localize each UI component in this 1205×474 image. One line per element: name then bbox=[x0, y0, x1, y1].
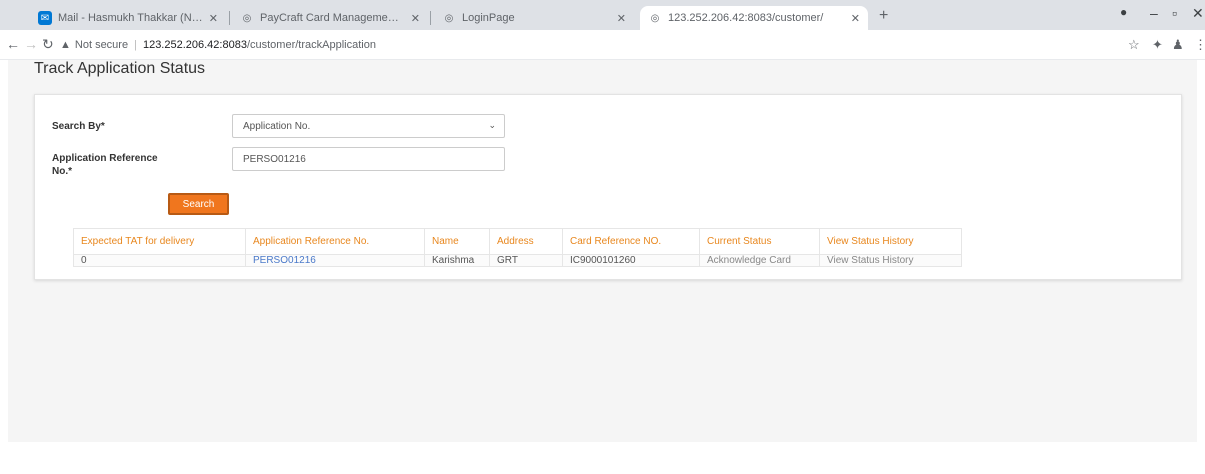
cell-application-ref[interactable]: PERSO01216 bbox=[245, 254, 425, 267]
warning-icon: ▲ bbox=[60, 39, 71, 51]
search-button[interactable]: Search bbox=[168, 193, 229, 215]
globe-icon: ◎ bbox=[242, 12, 252, 24]
reference-label-line2: No. bbox=[52, 166, 69, 177]
table-row: 0 PERSO01216 Karishma GRT IC9000101260 A… bbox=[73, 254, 962, 267]
close-icon[interactable]: ✕ bbox=[851, 12, 860, 25]
search-by-value: Application No. bbox=[243, 121, 311, 132]
results-table: Expected TAT for delivery Application Re… bbox=[73, 228, 962, 267]
search-card: Search By* Application No. ⌄ Application… bbox=[34, 94, 1182, 280]
tab-title: 123.252.206.42:8083/customer/ bbox=[668, 12, 824, 24]
close-icon[interactable]: ✕ bbox=[411, 12, 420, 25]
chevron-down-icon: ⌄ bbox=[488, 120, 496, 130]
search-by-label: Search By* bbox=[52, 120, 105, 133]
cell-expected-tat: 0 bbox=[73, 254, 246, 267]
search-by-select[interactable]: Application No. ⌄ bbox=[232, 114, 505, 138]
url-host: 123.252.206.42:8083 bbox=[142, 39, 247, 51]
url-field[interactable]: ▲ Not secure | 123.252.206.42:8083 /cust… bbox=[60, 35, 1080, 55]
page-content: Track Application Status Search By* Appl… bbox=[8, 60, 1197, 442]
reference-input-value: PERSO01216 bbox=[243, 154, 306, 165]
window-close-icon[interactable]: ✕ bbox=[1192, 5, 1204, 22]
browser-tab-active[interactable]: ◎ 123.252.206.42:8083/customer/ ✕ bbox=[640, 6, 868, 30]
tab-title: Mail - Hasmukh Thakkar (NOS) - bbox=[58, 12, 203, 24]
header-card-ref: Card Reference NO. bbox=[562, 228, 700, 255]
reference-label-line1: Application Reference bbox=[52, 153, 158, 164]
cell-address: GRT bbox=[489, 254, 563, 267]
url-path: /customer/trackApplication bbox=[246, 39, 376, 51]
browser-tab-login[interactable]: ◎ LoginPage ✕ bbox=[434, 6, 634, 30]
reference-label: Application Reference No.* bbox=[52, 152, 158, 178]
tab-title: PayCraft Card Management Sys bbox=[260, 12, 405, 24]
tab-title: LoginPage bbox=[462, 12, 515, 24]
cell-card-ref: IC9000101260 bbox=[562, 254, 700, 267]
profile-icon[interactable]: ● bbox=[1120, 5, 1127, 19]
close-icon[interactable]: ✕ bbox=[617, 12, 626, 25]
outlook-icon: ✉ bbox=[38, 11, 52, 25]
browser-tab-paycraft[interactable]: ◎ PayCraft Card Management Sys ✕ bbox=[232, 6, 428, 30]
close-icon[interactable]: ✕ bbox=[209, 12, 218, 25]
forward-icon[interactable]: → bbox=[24, 36, 38, 52]
cell-name: Karishma bbox=[424, 254, 490, 267]
globe-icon: ◎ bbox=[650, 12, 660, 24]
browser-tab-bar: ✉ Mail - Hasmukh Thakkar (NOS) - ✕ ◎ Pay… bbox=[0, 0, 1205, 30]
reference-input[interactable]: PERSO01216 bbox=[232, 147, 505, 171]
back-icon[interactable]: ← bbox=[6, 36, 20, 52]
browser-tab-mail[interactable]: ✉ Mail - Hasmukh Thakkar (NOS) - ✕ bbox=[30, 6, 226, 30]
minimize-icon[interactable]: – bbox=[1150, 5, 1158, 21]
header-address: Address bbox=[489, 228, 563, 255]
url-divider: | bbox=[134, 39, 137, 51]
tab-separator bbox=[430, 11, 431, 25]
globe-icon: ◎ bbox=[444, 12, 454, 24]
profile-account-icon[interactable]: ♟ bbox=[1172, 37, 1184, 53]
table-header-row: Expected TAT for delivery Application Re… bbox=[73, 228, 962, 255]
header-view-history: View Status History bbox=[819, 228, 962, 255]
new-tab-icon[interactable]: + bbox=[879, 7, 888, 25]
header-current-status: Current Status bbox=[699, 228, 820, 255]
bookmark-star-icon[interactable]: ☆ bbox=[1128, 37, 1140, 53]
required-mark: * bbox=[100, 121, 105, 132]
reload-icon[interactable]: ↻ bbox=[42, 36, 54, 53]
menu-icon[interactable]: ⋮ bbox=[1194, 37, 1205, 53]
maximize-icon[interactable]: ▫ bbox=[1172, 5, 1177, 21]
browser-address-bar: ← → ↻ ▲ Not secure | 123.252.206.42:8083… bbox=[0, 30, 1205, 60]
cell-current-status: Acknowledge Card bbox=[699, 254, 820, 267]
header-name: Name bbox=[424, 228, 490, 255]
tab-separator bbox=[229, 11, 230, 25]
search-by-label-text: Search By bbox=[52, 121, 101, 132]
required-mark: * bbox=[68, 166, 73, 177]
page-title: Track Application Status bbox=[34, 60, 206, 77]
header-application-ref: Application Reference No. bbox=[245, 228, 425, 255]
security-label: Not secure bbox=[74, 39, 129, 51]
header-expected-tat: Expected TAT for delivery bbox=[73, 228, 246, 255]
extensions-icon[interactable]: ✦ bbox=[1152, 37, 1163, 53]
view-status-history-link[interactable]: View Status History bbox=[819, 254, 962, 267]
